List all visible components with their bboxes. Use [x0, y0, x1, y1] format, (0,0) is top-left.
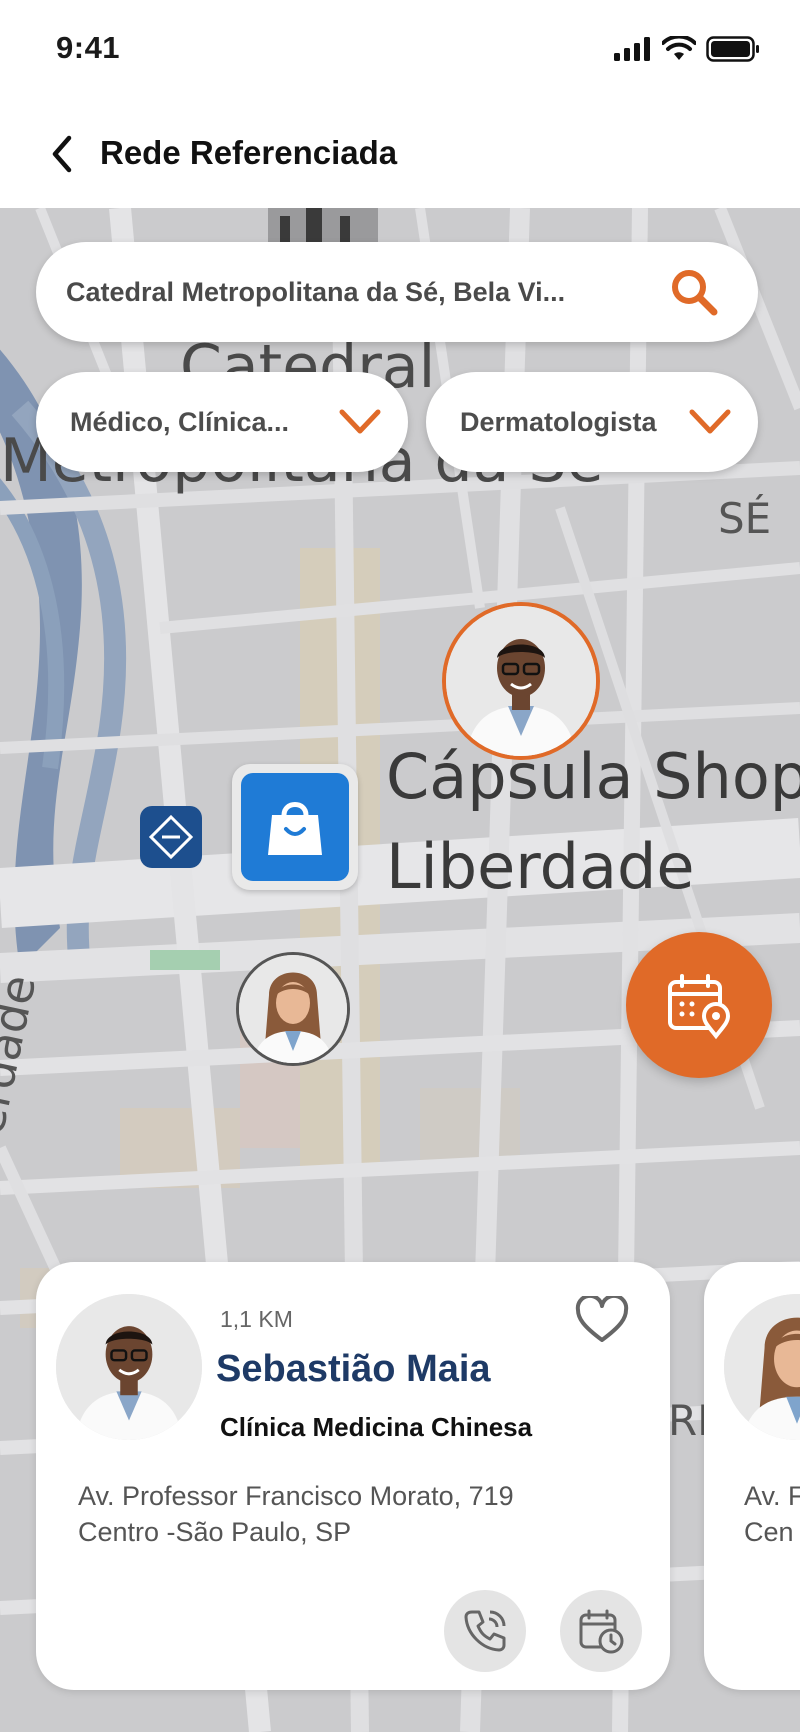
shopping-bag-icon	[241, 773, 349, 881]
heart-icon	[575, 1296, 629, 1342]
address-line-2: Cen	[744, 1517, 794, 1547]
distance-label: 1,1 KM	[220, 1306, 293, 1332]
calendar-location-icon	[668, 974, 731, 1040]
chevron-left-icon	[52, 135, 72, 173]
doctor-pin-male[interactable]	[442, 602, 600, 760]
doctor-avatar-female	[239, 955, 347, 1063]
filter-label: Dermatologista	[460, 406, 657, 437]
wifi-icon	[662, 36, 696, 60]
doctor-card[interactable]: Av. F Cen	[704, 1262, 800, 1690]
page-title: Rede Referenciada	[100, 134, 398, 171]
map[interactable]: Catedral Metropolitana da Sé SÉ Cápsula …	[0, 208, 800, 1732]
search-input[interactable]	[66, 276, 666, 308]
back-button[interactable]	[38, 130, 86, 178]
call-button[interactable]	[444, 1590, 526, 1672]
calendar-clock-icon	[579, 1609, 624, 1654]
status-icons	[614, 36, 760, 62]
address: Av. F Cen	[744, 1478, 800, 1550]
schedule-button[interactable]	[560, 1590, 642, 1672]
header: Rede Referenciada	[0, 100, 800, 208]
phone-icon	[464, 1610, 506, 1652]
battery-icon	[706, 36, 759, 62]
search-icon	[672, 270, 718, 316]
map-label-se: SÉ	[718, 494, 772, 543]
doctor-avatar-male	[446, 606, 596, 756]
filter-specialty[interactable]: Dermatologista	[426, 372, 758, 472]
signal-icon	[614, 37, 650, 61]
map-label-capsula: Cápsula Shop	[386, 740, 800, 813]
status-bar: 9:41	[0, 0, 800, 100]
favorite-button[interactable]	[574, 1292, 630, 1348]
doctor-pin-female[interactable]	[236, 952, 350, 1066]
filter-specialty-type[interactable]: Médico, Clínica...	[36, 372, 408, 472]
filter-label: Médico, Clínica...	[70, 406, 290, 437]
doctor-name: Sebastião Maia	[216, 1348, 491, 1390]
clinic-name: Clínica Medicina Chinesa	[220, 1412, 533, 1442]
avatar	[56, 1294, 202, 1440]
search-bar	[36, 242, 758, 342]
map-label-liberdade: Liberdade	[386, 830, 695, 903]
chevron-down-icon	[688, 407, 732, 437]
address-line-2: Centro -São Paulo, SP	[78, 1517, 352, 1547]
search-button[interactable]	[666, 264, 722, 320]
shopping-marker[interactable]	[232, 764, 358, 890]
address-line-1: Av. F	[744, 1481, 800, 1511]
calendar-location-button[interactable]	[626, 932, 772, 1078]
address: Av. Professor Francisco Morato, 719 Cent…	[78, 1478, 514, 1550]
metro-station-icon[interactable]	[140, 806, 202, 868]
avatar	[724, 1294, 800, 1440]
address-line-1: Av. Professor Francisco Morato, 719	[78, 1481, 514, 1511]
chevron-down-icon	[338, 407, 382, 437]
doctor-card[interactable]: 1,1 KM Sebastião Maia Clínica Medicina C…	[36, 1262, 670, 1690]
status-time: 9:41	[56, 30, 121, 65]
